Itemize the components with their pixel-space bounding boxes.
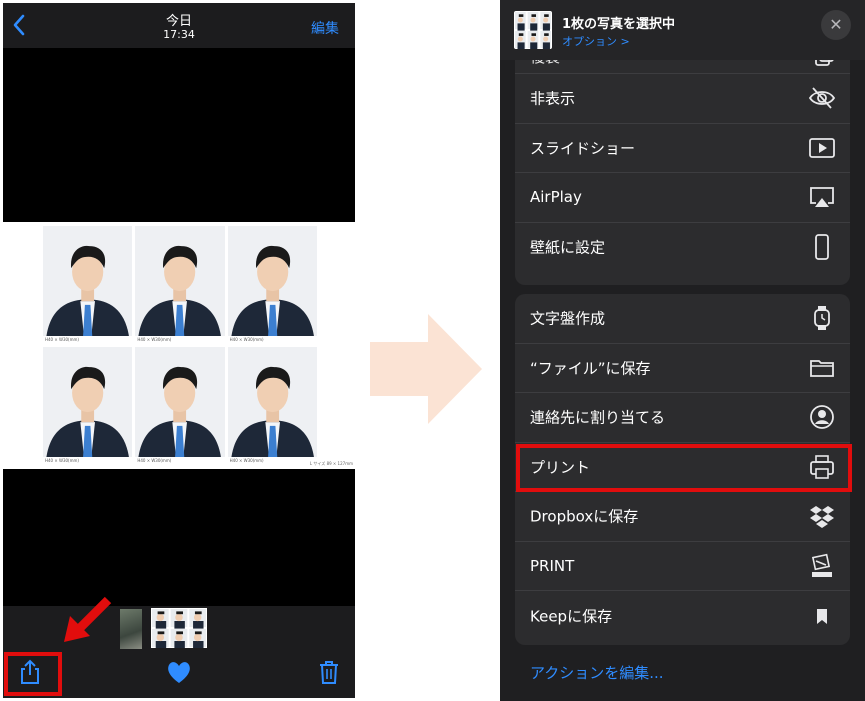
id-photo-portrait: H40 × W30(mm) (135, 226, 225, 344)
action-label: “ファイル”に保存 (530, 359, 651, 378)
selection-title: 1枚の写真を選択中 (562, 17, 676, 32)
action-label: 非表示 (530, 89, 576, 108)
photo-size-caption: H40 × W30(mm) (135, 457, 225, 465)
page-title: 今日 (165, 14, 192, 29)
action-label: 文字盤作成 (530, 309, 606, 328)
photo-size-caption: H40 × W30(mm) (135, 336, 225, 344)
action-row-watch-face[interactable]: 文字盤作成 (515, 294, 850, 344)
action-row-hide[interactable]: 非表示 (515, 74, 850, 124)
action-label: スライドショー (530, 139, 636, 158)
trash-icon[interactable] (314, 657, 344, 687)
thumbnail-current[interactable] (151, 608, 207, 649)
action-row-wallpaper[interactable]: 壁紙に設定 (515, 223, 850, 273)
phone-icon (808, 233, 836, 261)
close-icon[interactable]: ✕ (821, 10, 851, 40)
edit-button[interactable]: 編集 (311, 18, 339, 38)
canon-icon (808, 552, 836, 580)
folder-icon (808, 354, 836, 382)
print-highlight-box (516, 444, 852, 492)
share-sheet-screen: 1枚の写真を選択中 オプション > ✕ 複製 非表示 スライドショー (500, 0, 865, 701)
action-row-keep[interactable]: Keepに保存 (515, 591, 850, 641)
airplay-icon (808, 183, 836, 211)
portrait-grid: H40 × W30(mm) H40 × W30(mm) H40 × W30(mm) H… (43, 226, 317, 465)
action-label: 連絡先に割り当てる (530, 408, 666, 427)
dropbox-icon (808, 502, 836, 530)
heart-icon[interactable] (164, 657, 194, 687)
photo-size-caption: H40 × W30(mm) (43, 457, 133, 465)
photo-size-caption: H40 × W30(mm) (43, 336, 133, 344)
id-photo-portrait: H40 × W30(mm) (43, 226, 133, 344)
action-row-dropbox[interactable]: Dropboxに保存 (515, 492, 850, 542)
action-label: Dropboxに保存 (530, 507, 639, 526)
red-pointer-arrow-icon (64, 596, 112, 642)
share-sheet-header: 1枚の写真を選択中 オプション > ✕ (500, 0, 865, 60)
id-photo-portrait: H40 × W30(mm) (227, 226, 317, 344)
share-highlight-box (4, 652, 62, 696)
action-row-canon-print[interactable]: PRINT (515, 542, 850, 591)
photo-time: 17:34 (163, 28, 195, 41)
id-photo-portrait: H40 × W30(mm) (227, 347, 317, 465)
action-row-save-to-files[interactable]: “ファイル”に保存 (515, 344, 850, 393)
thumbnail-strip (3, 606, 355, 651)
action-row-airplay[interactable]: AirPlay (515, 173, 850, 223)
photo-viewer-header: 今日 17:34 編集 (3, 3, 355, 48)
sheet-size-note: L サイズ 89 × 127mm (309, 461, 353, 466)
play-icon (808, 134, 836, 162)
id-photo-portrait: H40 × W30(mm) (135, 347, 225, 465)
action-row-slideshow[interactable]: スライドショー (515, 124, 850, 173)
bookmark-icon (808, 602, 836, 630)
photo-size-caption: H40 × W30(mm) (227, 457, 317, 465)
edit-actions-link[interactable]: アクションを編集... (530, 662, 664, 683)
contact-icon (808, 403, 836, 431)
action-label: Keepに保存 (530, 607, 613, 626)
action-label: PRINT (530, 556, 575, 575)
right-arrow-icon (370, 314, 482, 424)
watch-icon (808, 304, 836, 332)
photos-app-screen: 今日 17:34 編集 H40 × W30(mm) H40 × W30(mm) H4… (3, 3, 355, 698)
action-group-1: 複製 非表示 スライドショー AirPlay (515, 40, 850, 285)
photo-size-caption: H40 × W30(mm) (227, 336, 317, 344)
id-photo-portrait: H40 × W30(mm) (43, 347, 133, 465)
action-label: 壁紙に設定 (530, 238, 606, 257)
eye-slash-icon (808, 84, 836, 112)
options-link[interactable]: オプション > (562, 33, 630, 49)
selected-photo-thumbnail (514, 11, 552, 50)
thumbnail-previous[interactable] (120, 609, 142, 649)
tutorial-composite: 今日 17:34 編集 H40 × W30(mm) H40 × W30(mm) H4… (0, 0, 865, 701)
action-label: AirPlay (530, 188, 582, 207)
photo-sheet: H40 × W30(mm) H40 × W30(mm) H40 × W30(mm) H… (3, 222, 355, 469)
action-row-assign-contact[interactable]: 連絡先に割り当てる (515, 393, 850, 443)
